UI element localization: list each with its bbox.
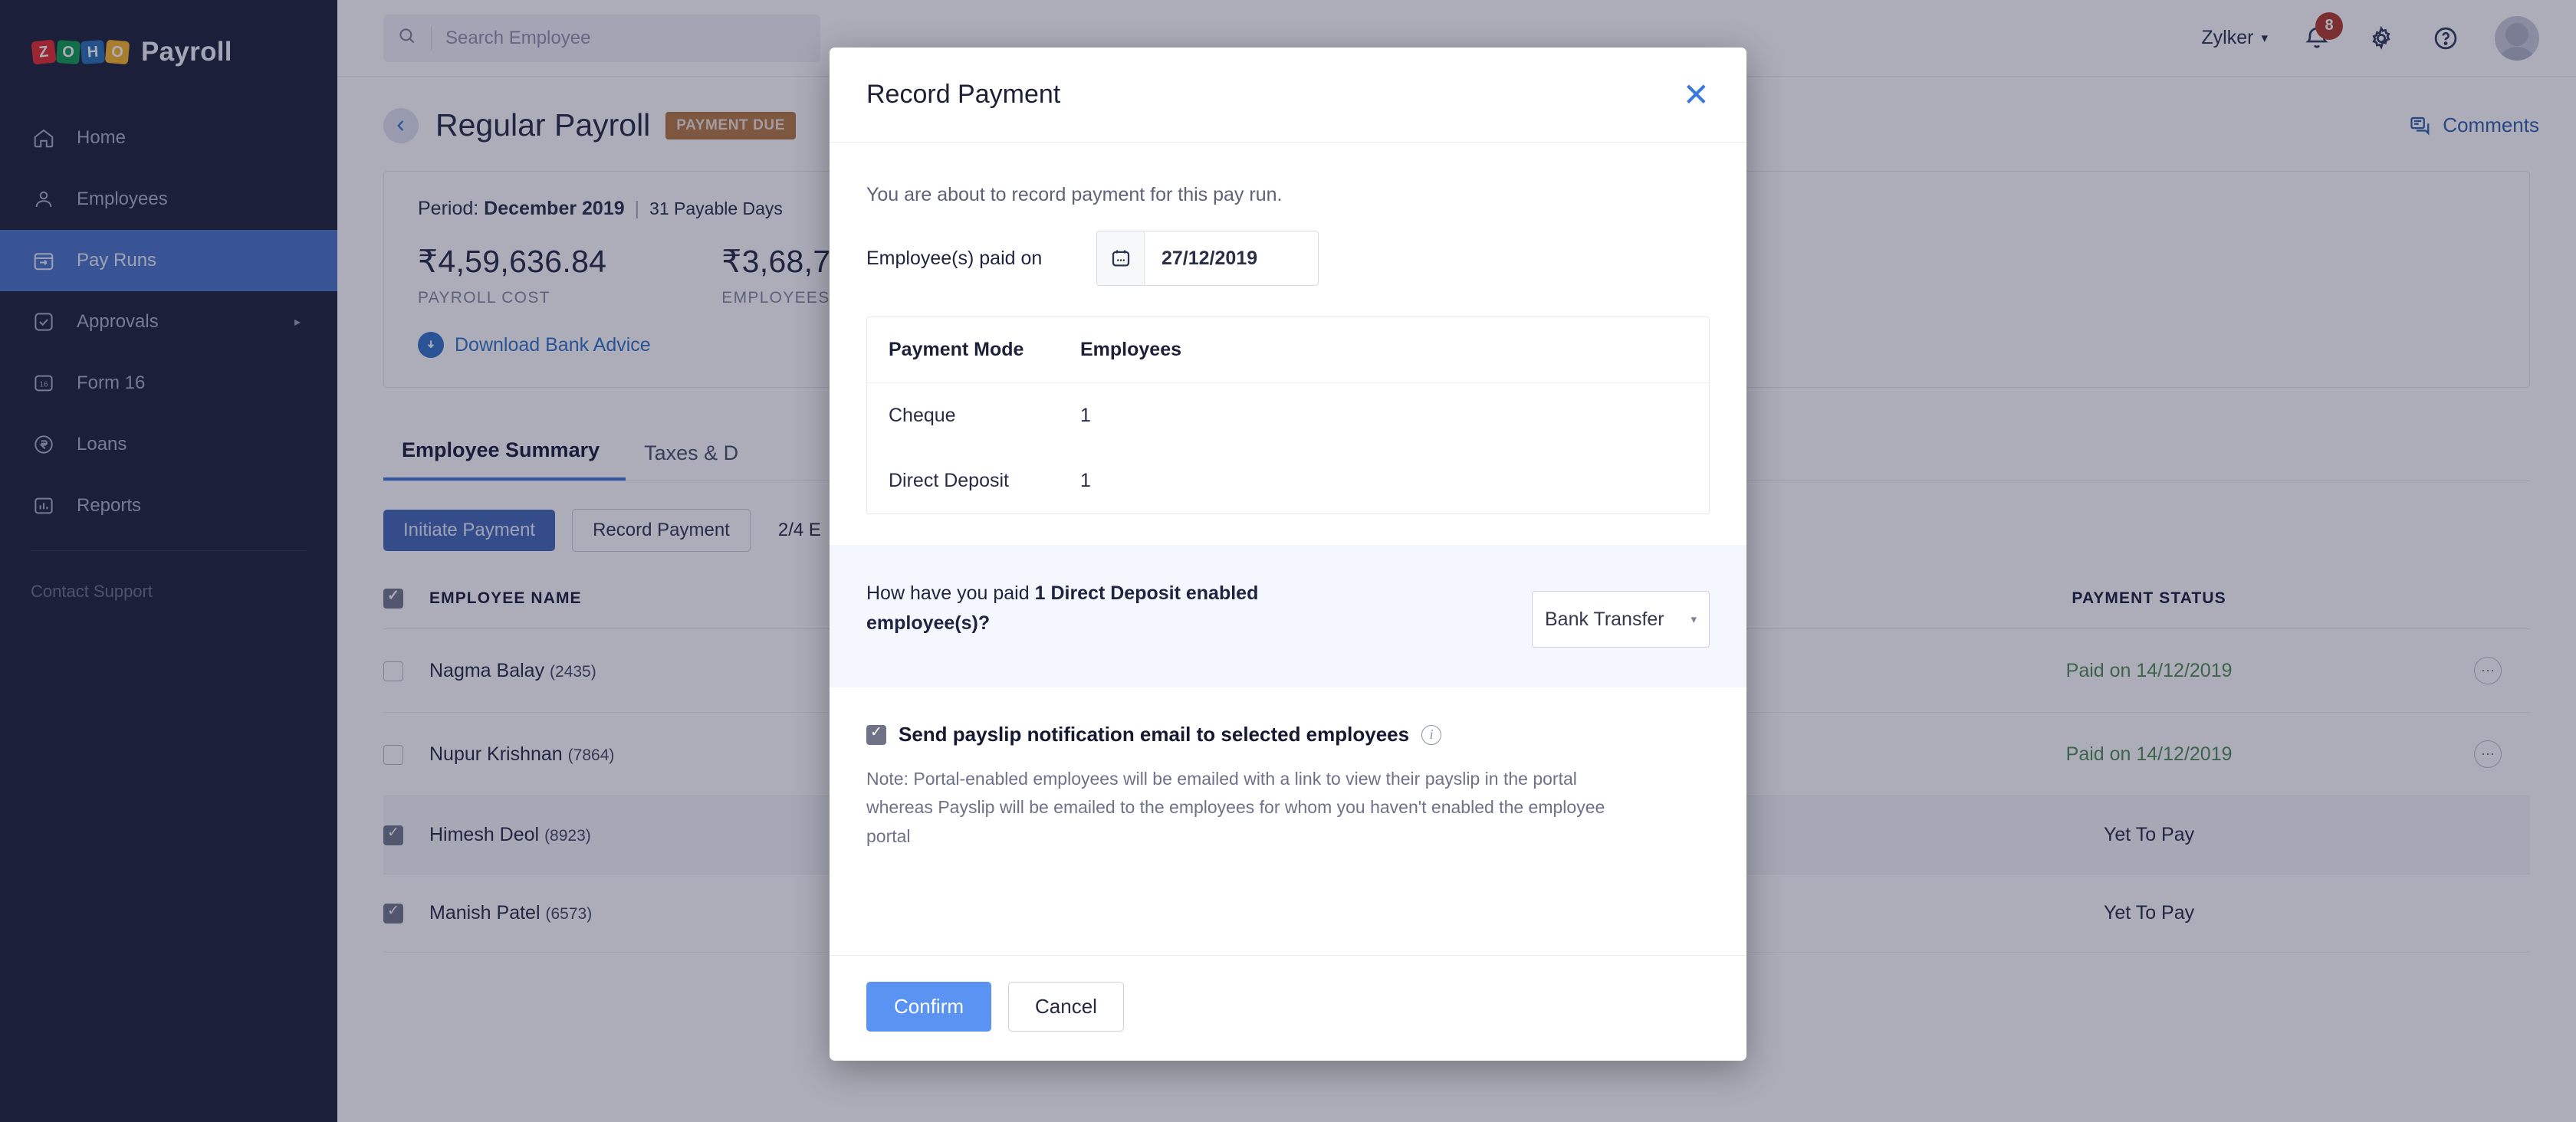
payment-method-selected-value: Bank Transfer: [1545, 609, 1664, 631]
payment-mode-row: Direct Deposit 1: [867, 448, 1709, 513]
payment-mode-table-header: Payment Mode Employees: [867, 317, 1709, 383]
direct-deposit-question: How have you paid 1 Direct Deposit enabl…: [866, 579, 1342, 638]
payment-mode-value: Direct Deposit: [889, 470, 1080, 492]
dialog-title: Record Payment: [866, 80, 1060, 110]
direct-deposit-question-band: How have you paid 1 Direct Deposit enabl…: [830, 545, 1746, 687]
paid-on-date-value[interactable]: 27/12/2019: [1145, 231, 1318, 285]
payment-mode-table: Payment Mode Employees Cheque 1 Direct D…: [866, 317, 1710, 514]
employees-column-header: Employees: [1080, 339, 1181, 361]
employees-value: 1: [1080, 405, 1091, 427]
payment-mode-value: Cheque: [889, 405, 1080, 427]
send-payslip-checkbox[interactable]: [866, 725, 886, 745]
paid-on-label: Employee(s) paid on: [866, 248, 1096, 270]
cancel-button[interactable]: Cancel: [1008, 982, 1124, 1032]
payment-mode-column-header: Payment Mode: [889, 339, 1080, 361]
notification-section: Send payslip notification email to selec…: [830, 687, 1746, 851]
record-payment-dialog: Record Payment ✕ You are about to record…: [830, 48, 1746, 1061]
question-prefix: How have you paid: [866, 582, 1035, 604]
payment-method-select[interactable]: Bank Transfer ▾: [1532, 591, 1710, 648]
chevron-down-icon: ▾: [1691, 612, 1697, 626]
paid-on-row: Employee(s) paid on 27/12/2019: [830, 206, 1746, 286]
dialog-footer: Confirm Cancel: [830, 955, 1746, 1061]
send-payslip-label: Send payslip notification email to selec…: [899, 723, 1409, 746]
confirm-button[interactable]: Confirm: [866, 982, 991, 1032]
employees-value: 1: [1080, 470, 1091, 492]
paid-on-date-field[interactable]: 27/12/2019: [1096, 231, 1319, 286]
dialog-header: Record Payment ✕: [830, 48, 1746, 143]
dialog-body: You are about to record payment for this…: [830, 143, 1746, 955]
notification-header: Send payslip notification email to selec…: [866, 723, 1710, 746]
close-icon[interactable]: ✕: [1683, 79, 1710, 111]
dialog-intro-text: You are about to record payment for this…: [830, 143, 1746, 206]
calendar-icon[interactable]: [1097, 231, 1145, 285]
payment-mode-row: Cheque 1: [867, 383, 1709, 448]
info-icon[interactable]: i: [1421, 725, 1441, 745]
notification-note: Note: Portal-enabled employees will be e…: [866, 765, 1641, 851]
